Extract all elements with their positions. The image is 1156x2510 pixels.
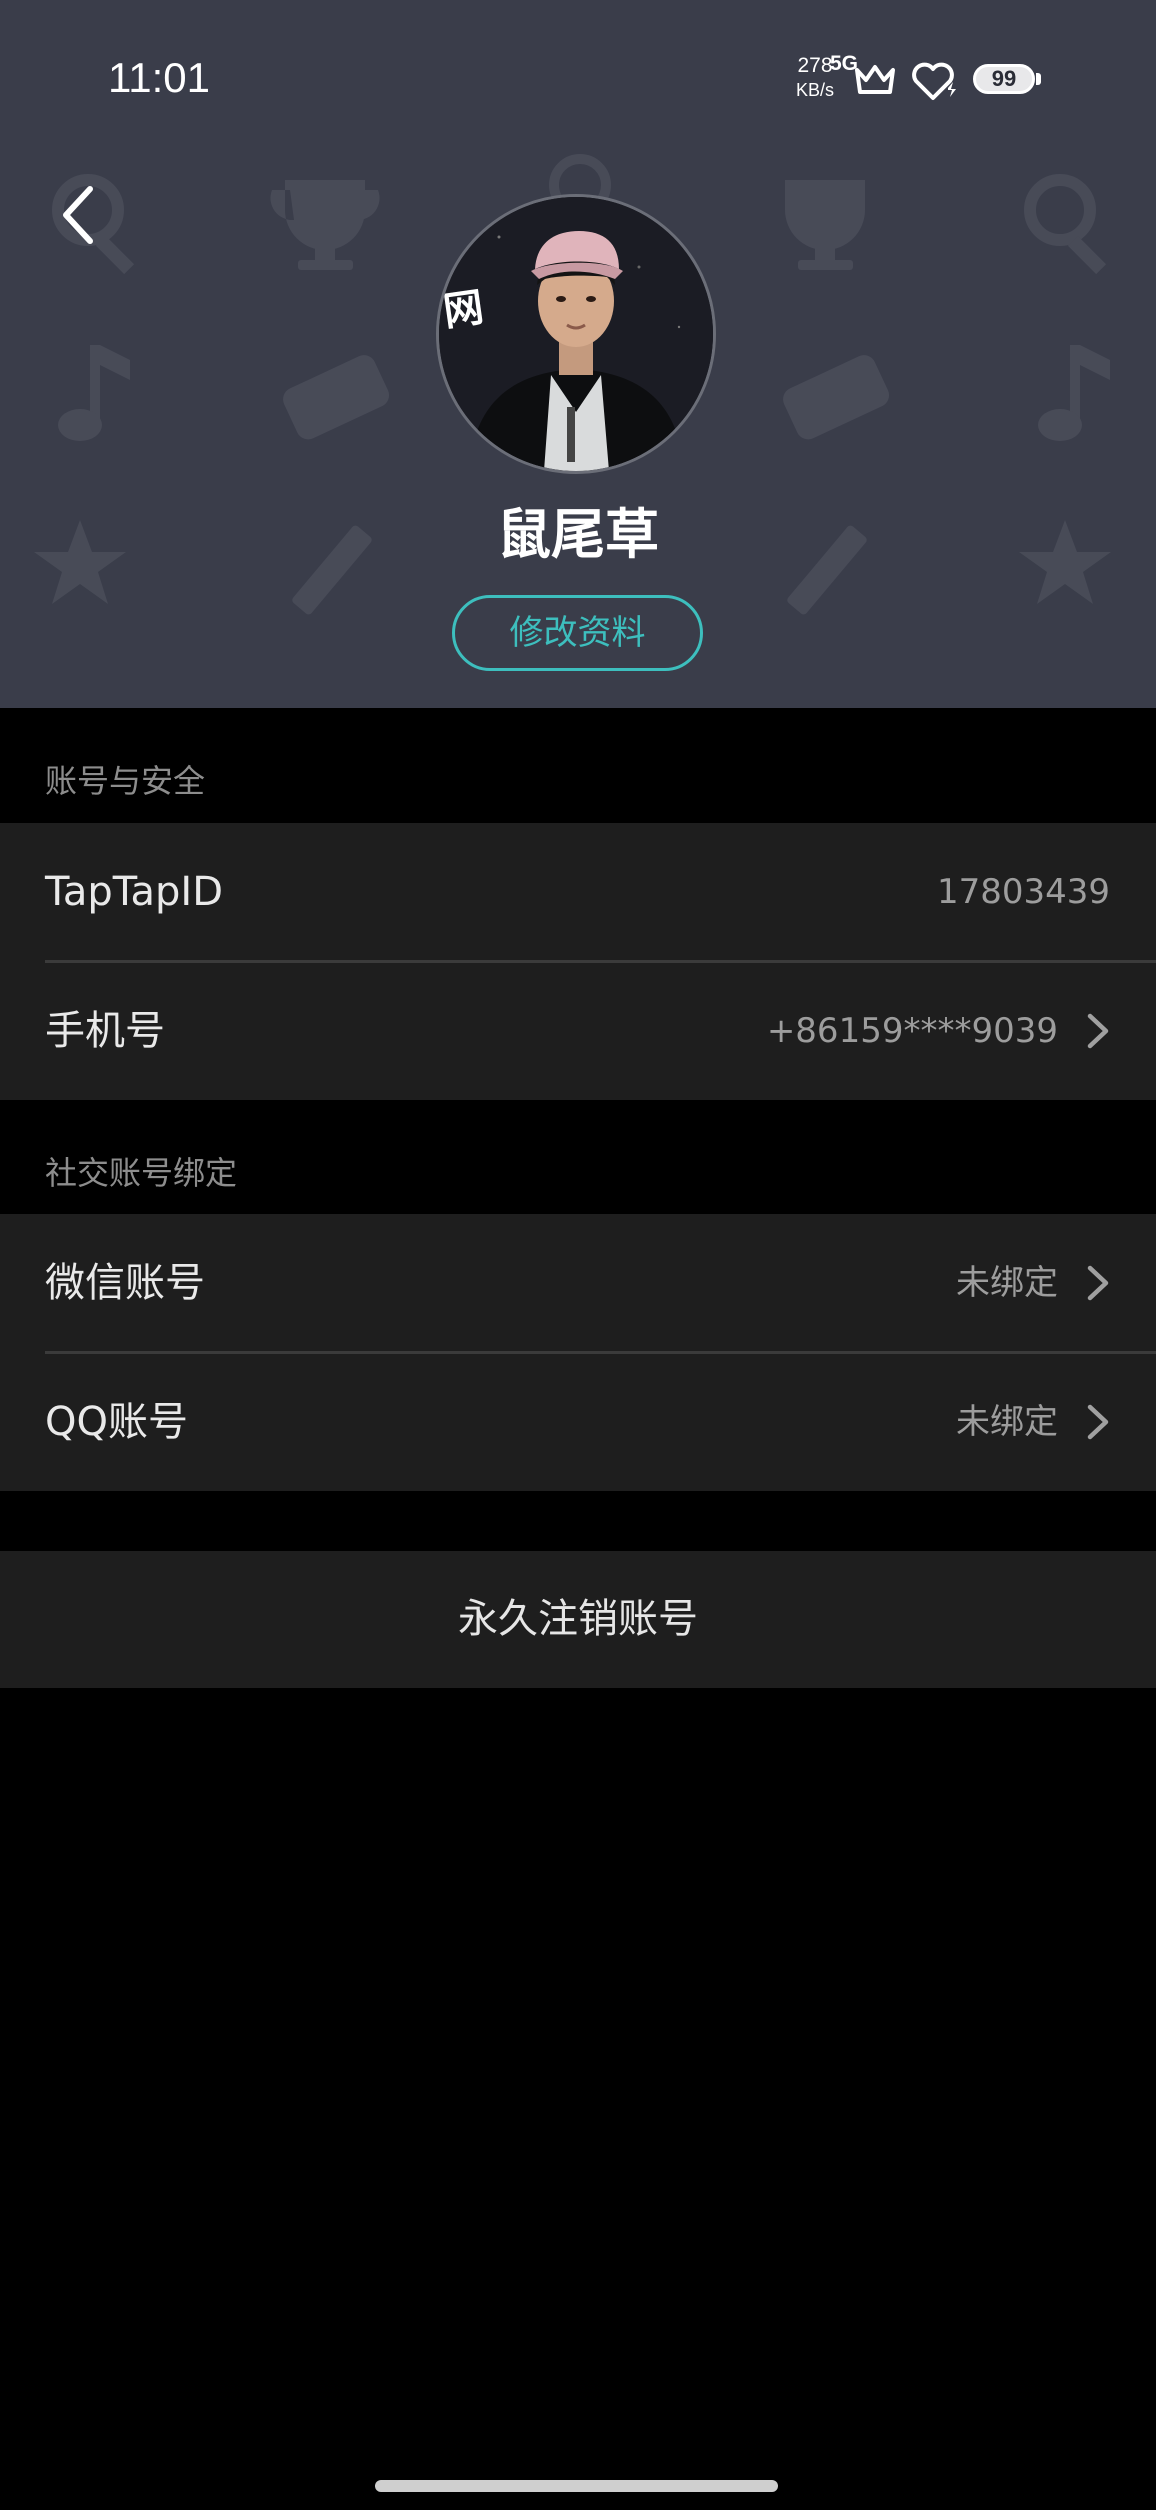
battery-tip [1036,73,1041,85]
profile-header: 11:01 278 KB/s 5G 99 网 鼠尾草 修改资料 [0,0,1156,708]
crown-icon [855,65,895,94]
status-bar: 11:01 278 KB/s 5G 99 [0,0,1156,160]
avatar[interactable]: 网 [436,194,716,474]
chevron-right-icon [1087,1404,1109,1440]
row-value: 17803439 [936,872,1110,912]
avatar-image [439,197,713,471]
row-value: 未绑定 [956,1263,1058,1303]
row-label: 微信账号 [45,1260,205,1306]
delete-account-button[interactable]: 永久注销账号 [0,1551,1156,1688]
row-phone-number[interactable]: 手机号 +86159****9039 [0,962,1156,1100]
row-taptap-id[interactable]: TapTapID 17803439 [0,823,1156,961]
section-title-social-binding: 社交账号绑定 [45,1154,238,1192]
music-note-icon [1038,345,1110,441]
status-time: 11:01 [108,54,210,101]
row-value: 未绑定 [956,1402,1058,1442]
chevron-right-icon [1087,1013,1109,1049]
row-label: QQ账号 [45,1399,188,1445]
network-speed-unit: KB/s [795,80,834,100]
heart-shield-icon [912,62,956,100]
music-note-icon [58,345,130,441]
row-value: +86159****9039 [766,1011,1058,1051]
avatar-caption: 网 [440,284,487,336]
back-button[interactable] [46,175,110,255]
magnifier-icon [1024,174,1107,275]
battery-icon: 99 [973,64,1035,94]
row-label: TapTapID [45,869,224,915]
gamepad-icon [283,355,390,440]
home-indicator[interactable] [375,2480,778,2492]
chevron-right-icon [1087,1265,1109,1301]
gamepad-icon [783,355,890,440]
chevron-left-icon [63,186,93,244]
social-binding-card: 微信账号 未绑定 QQ账号 未绑定 [0,1214,1156,1491]
row-qq-account[interactable]: QQ账号 未绑定 [0,1353,1156,1491]
row-wechat-account[interactable]: 微信账号 未绑定 [0,1214,1156,1352]
trophy-icon [785,180,865,270]
edit-profile-button[interactable]: 修改资料 [452,595,703,671]
username: 鼠尾草 [497,503,659,566]
row-label: 手机号 [45,1008,165,1054]
account-security-card: TapTapID 17803439 手机号 +86159****9039 [0,823,1156,1100]
section-title-account-security: 账号与安全 [45,762,206,800]
trophy-icon [270,180,380,270]
